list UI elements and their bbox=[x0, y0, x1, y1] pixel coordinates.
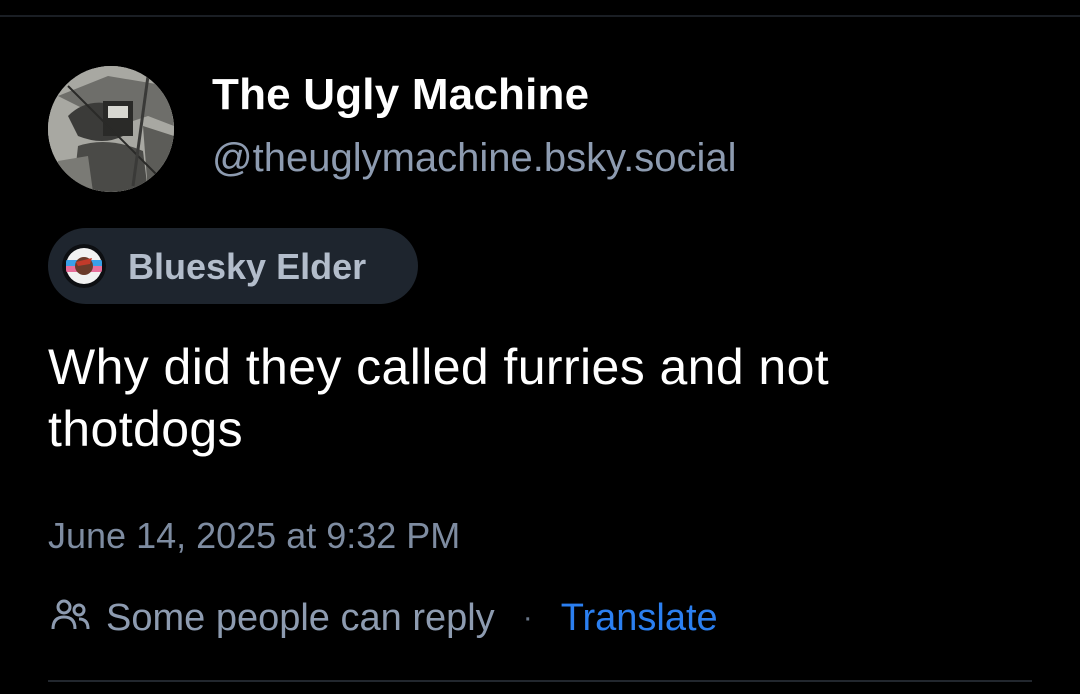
author-handle[interactable]: @theuglymachine.bsky.social bbox=[212, 136, 737, 181]
badge-label: Bluesky Elder bbox=[128, 246, 367, 287]
translate-link[interactable]: Translate bbox=[561, 597, 718, 640]
people-icon bbox=[48, 593, 106, 644]
reply-settings-label[interactable]: Some people can reply bbox=[106, 597, 495, 640]
post-timestamp[interactable]: June 14, 2025 at 9:32 PM bbox=[48, 515, 460, 557]
reply-settings-row: Some people can reply · Translate bbox=[48, 594, 718, 642]
badge-emblem-icon bbox=[62, 244, 106, 288]
separator-dot: · bbox=[522, 601, 533, 634]
post-text: Why did they called furries and not thot… bbox=[48, 339, 830, 457]
author-display-name[interactable]: The Ugly Machine bbox=[212, 70, 589, 120]
bluesky-elder-badge[interactable]: Bluesky Elder bbox=[48, 228, 418, 304]
bottom-divider bbox=[48, 680, 1032, 682]
author-avatar[interactable] bbox=[48, 66, 174, 192]
top-divider bbox=[0, 15, 1080, 17]
